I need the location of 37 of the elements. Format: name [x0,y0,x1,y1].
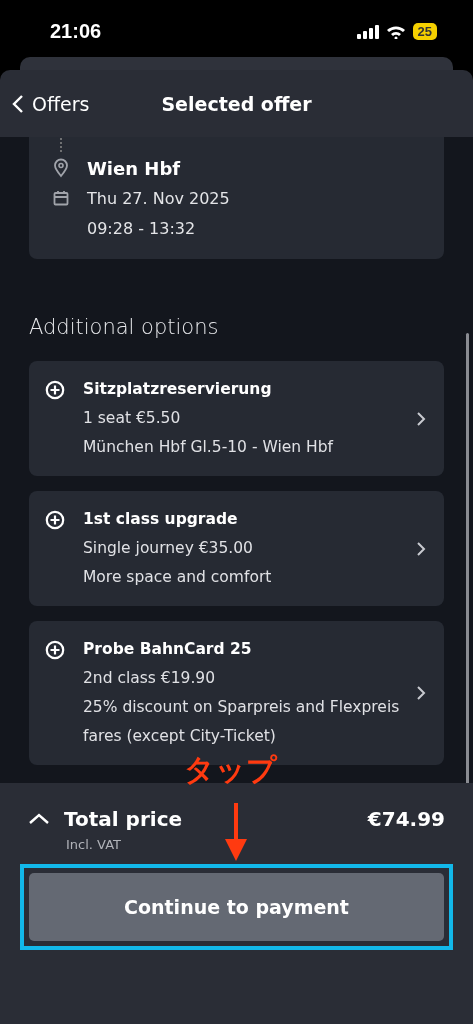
battery-indicator: 25 [412,23,437,40]
add-icon [45,380,65,400]
total-price: €74.99 [367,807,445,831]
calendar-icon [53,190,69,206]
vat-note: Incl. VAT [66,837,122,852]
back-icon [12,93,24,114]
down-arrow-icon [225,803,247,861]
destination-station: Wien Hbf [87,157,181,179]
back-link[interactable]: Offers [12,92,90,115]
screen-title: Selected offer [161,92,312,115]
total-label: Total price [64,807,184,831]
signal-icon [356,24,379,39]
option-description: München Hbf Gl.5-10 - Wien Hbf [83,437,335,458]
option-title: 1st class upgrade [83,509,239,530]
option-price: 2nd class €19.90 [83,668,217,689]
section-heading: Additional options [29,315,220,339]
add-icon [45,640,65,660]
option-price: 1 seat €5.50 [83,408,182,429]
route-line-icon [59,137,63,153]
option-card[interactable]: Sitzplatzreservierung 1 seat €5.50 München Hbf Gl.5-10 - Wien Hbf [29,361,444,476]
travel-date: Thu 27. Nov 2025 [87,188,230,208]
option-title: Sitzplatzreservierung [83,379,273,400]
option-description: More space and comfort [83,567,273,588]
chevron-right-icon [416,410,426,427]
wifi-icon [385,24,406,39]
travel-time: 09:28 - 13:32 [87,218,196,238]
option-card[interactable]: 1st class upgrade Single journey €35.00 More space and comfort [29,491,444,606]
add-icon [45,510,65,530]
option-description: 25% discount on Sparpreis and Flexpreis fares (except City-Ticket) [83,697,401,747]
status-time: 21:06 [50,20,102,43]
chevron-right-icon [416,540,426,557]
chevron-right-icon [416,685,426,701]
option-price: Single journey €35.00 [83,538,254,559]
location-pin-icon [53,158,69,178]
continue-button[interactable]: Continue to payment [29,873,444,941]
option-title: Probe BahnCard 25 [83,639,253,660]
chevron-up-icon[interactable] [28,813,50,825]
